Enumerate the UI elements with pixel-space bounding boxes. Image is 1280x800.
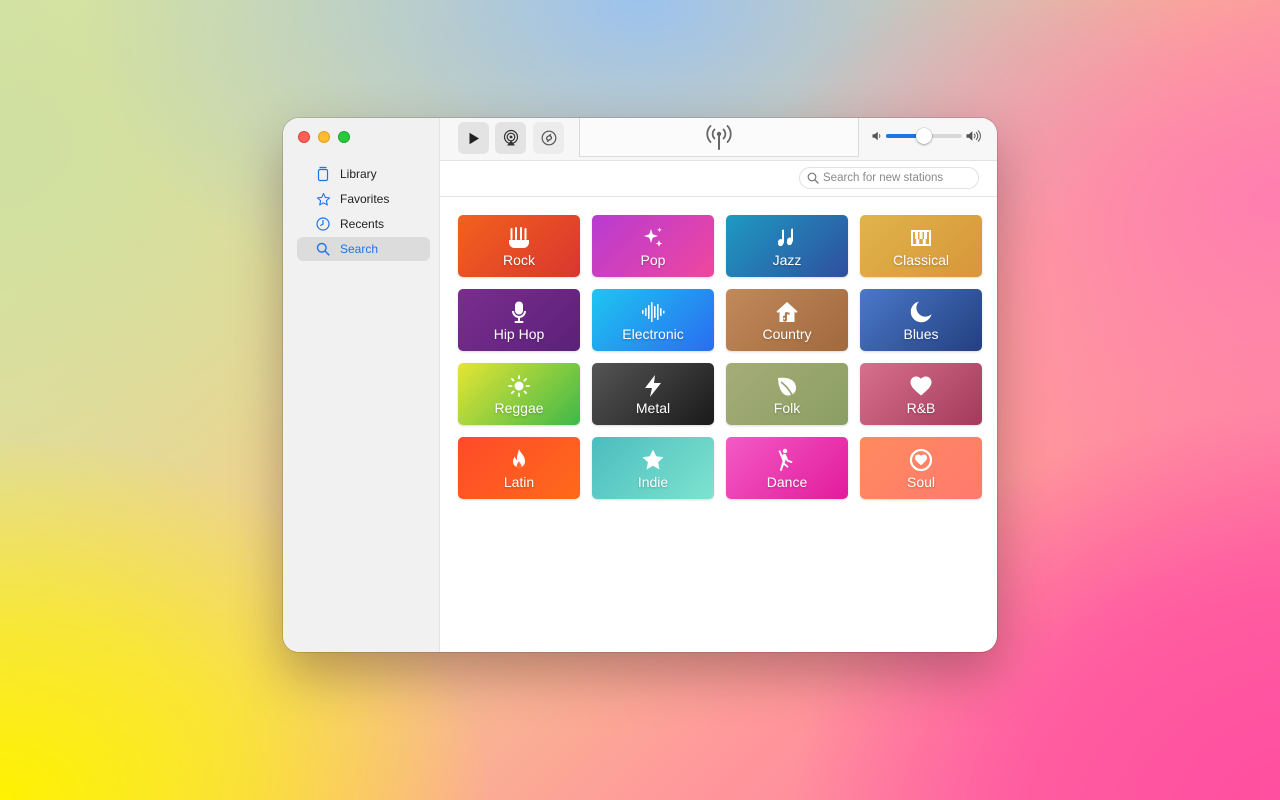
genre-label: R&B [906, 399, 936, 416]
search-bar [440, 161, 997, 197]
genre-tile-pop[interactable]: Pop [592, 215, 714, 277]
genre-grid: Rock Pop Jazz Classical Hip Hop Electronic Cou… [458, 215, 982, 499]
now-playing-display[interactable] [579, 118, 859, 157]
zoom-window-button[interactable] [338, 131, 350, 143]
sidebar-item-search[interactable]: Search [297, 237, 430, 261]
heart-icon [909, 373, 933, 399]
guitars-icon [507, 225, 531, 251]
broadcast-antenna-icon [706, 125, 732, 150]
genre-label: Rock [503, 251, 535, 268]
sparkles-icon [641, 225, 665, 251]
music-notes-icon [775, 225, 799, 251]
genre-tile-hip-hop[interactable]: Hip Hop [458, 289, 580, 351]
genre-tile-jazz[interactable]: Jazz [726, 215, 848, 277]
minimize-window-button[interactable] [318, 131, 330, 143]
microphone-icon [507, 299, 531, 325]
clock-icon [315, 216, 331, 232]
star-icon [641, 447, 665, 473]
genre-tile-dance[interactable]: Dance [726, 437, 848, 499]
play-button[interactable] [458, 122, 489, 154]
shazam-icon [541, 130, 556, 146]
volume-knob[interactable] [916, 128, 932, 144]
genre-tile-country[interactable]: Country [726, 289, 848, 351]
close-window-button[interactable] [298, 131, 310, 143]
genre-tile-blues[interactable]: Blues [860, 289, 982, 351]
genre-tile-reggae[interactable]: Reggae [458, 363, 580, 425]
search-icon [807, 172, 819, 184]
house-icon [775, 299, 799, 325]
sidebar-item-label: Library [340, 167, 377, 181]
genre-tile-classical[interactable]: Classical [860, 215, 982, 277]
sun-icon [507, 373, 531, 399]
station-search-field[interactable] [799, 167, 979, 189]
search-input[interactable] [823, 172, 973, 184]
sidebar-item-favorites[interactable]: Favorites [297, 187, 430, 211]
heart-circle-icon [909, 447, 933, 473]
genre-label: Electronic [622, 325, 684, 342]
genre-label: Classical [892, 251, 949, 268]
toolbar [440, 118, 997, 161]
genre-label: Jazz [772, 251, 802, 268]
sidebar: Library Favorites Recents Search [283, 118, 440, 652]
dancer-icon [775, 447, 799, 473]
genre-tile-latin[interactable]: Latin [458, 437, 580, 499]
genre-label: Metal [635, 399, 671, 416]
airplay-button[interactable] [495, 122, 526, 154]
speaker-high-icon [966, 130, 981, 142]
genre-label: Soul [906, 473, 936, 490]
sidebar-item-recents[interactable]: Recents [297, 212, 430, 236]
genre-tile-metal[interactable]: Metal [592, 363, 714, 425]
sidebar-item-library[interactable]: Library [297, 162, 430, 186]
shazam-button[interactable] [533, 122, 564, 154]
genre-label: Blues [903, 325, 939, 342]
volume-slider[interactable] [886, 128, 962, 144]
genre-tile-r-b[interactable]: R&B [860, 363, 982, 425]
window-controls [298, 131, 350, 143]
genre-label: Folk [773, 399, 801, 416]
bolt-icon [641, 373, 665, 399]
leaf-icon [775, 373, 799, 399]
piano-keys-icon [909, 225, 933, 251]
genre-tile-soul[interactable]: Soul [860, 437, 982, 499]
genre-tile-folk[interactable]: Folk [726, 363, 848, 425]
volume-control [872, 128, 982, 144]
flame-icon [507, 447, 531, 473]
sidebar-item-label: Search [340, 242, 379, 256]
sidebar-item-label: Favorites [340, 192, 390, 206]
genre-label: Dance [766, 473, 808, 490]
genre-tile-electronic[interactable]: Electronic [592, 289, 714, 351]
airplay-icon [503, 129, 518, 146]
genre-label: Hip Hop [493, 325, 545, 342]
moon-icon [909, 299, 933, 325]
app-window: Library Favorites Recents Search Search … [283, 118, 997, 652]
star-icon [315, 191, 331, 207]
genre-tile-indie[interactable]: Indie [592, 437, 714, 499]
play-icon [469, 132, 479, 144]
genre-label: Pop [640, 251, 666, 268]
sidebar-nav: Library Favorites Recents Search [297, 162, 430, 262]
genre-label: Latin [503, 473, 535, 490]
genre-tile-rock[interactable]: Rock [458, 215, 580, 277]
waveform-icon [641, 299, 665, 325]
search-icon [315, 241, 331, 257]
sidebar-item-label: Recents [340, 217, 385, 231]
genre-label: Country [762, 325, 812, 342]
genre-label: Reggae [494, 399, 544, 416]
speaker-low-icon [872, 131, 881, 141]
genre-label: Indie [637, 473, 669, 490]
library-icon [315, 166, 331, 182]
